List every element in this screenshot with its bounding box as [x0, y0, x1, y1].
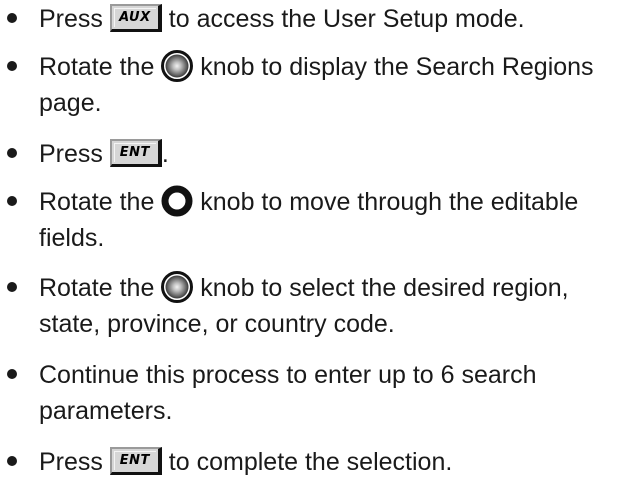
step-2-line-2: page. [39, 89, 102, 117]
ring-knob-icon [161, 185, 193, 217]
step-7-line: Press ENT to complete the selection. [39, 443, 625, 481]
step-2-text-before: Rotate the [39, 53, 162, 81]
ent-key-label: ENT [119, 145, 150, 161]
step-6-line-2: parameters. [39, 397, 173, 425]
aux-key-label: AUX [119, 10, 151, 26]
bullet-dot [7, 13, 17, 23]
bullet-dot [7, 61, 17, 71]
large-knob-icon [161, 49, 194, 82]
step-7-text-before: Press [39, 448, 110, 476]
step-4-line-2: fields. [39, 224, 105, 252]
step-5-line-1: Rotate the knob to select the desired re… [39, 269, 625, 307]
bullet-dot [7, 148, 17, 158]
step-3-text-after: . [161, 140, 169, 168]
bullet-dot [7, 196, 17, 206]
bullet-dot [7, 369, 17, 379]
step-1-line: Press AUX to access the User Setup mode. [39, 0, 625, 38]
step-5-line-2: state, province, or country code. [39, 310, 395, 338]
step-1-text-after: to access the User Setup mode. [161, 5, 525, 33]
ent-key-label: ENT [119, 453, 150, 469]
step-3-line: Press ENT. [39, 135, 625, 173]
step-4-text-before: Rotate the [39, 188, 162, 216]
bullet-dot [7, 282, 17, 292]
step-2-line-1: Rotate the knob to display the Search Re… [39, 48, 625, 86]
aux-key-icon: AUX [109, 4, 162, 33]
ent-key-icon: ENT [109, 139, 162, 168]
step-7-text-after: to complete the selection. [161, 448, 453, 476]
step-5-text-before: Rotate the [39, 274, 162, 302]
step-1-text-before: Press [39, 5, 110, 33]
ent-key-icon: ENT [109, 447, 162, 476]
step-3-text-before: Press [39, 140, 110, 168]
step-6-line-1: Continue this process to enter up to 6 s… [39, 361, 537, 389]
step-4-line-1: Rotate the knob to move through the edit… [39, 183, 625, 221]
step-2-text-after: knob to display the Search Regions [193, 53, 594, 81]
step-5-text-after: knob to select the desired region, [193, 274, 569, 302]
large-knob-icon [161, 270, 194, 303]
bullet-dot [7, 456, 17, 466]
step-4-text-after: knob to move through the editable [193, 188, 579, 216]
